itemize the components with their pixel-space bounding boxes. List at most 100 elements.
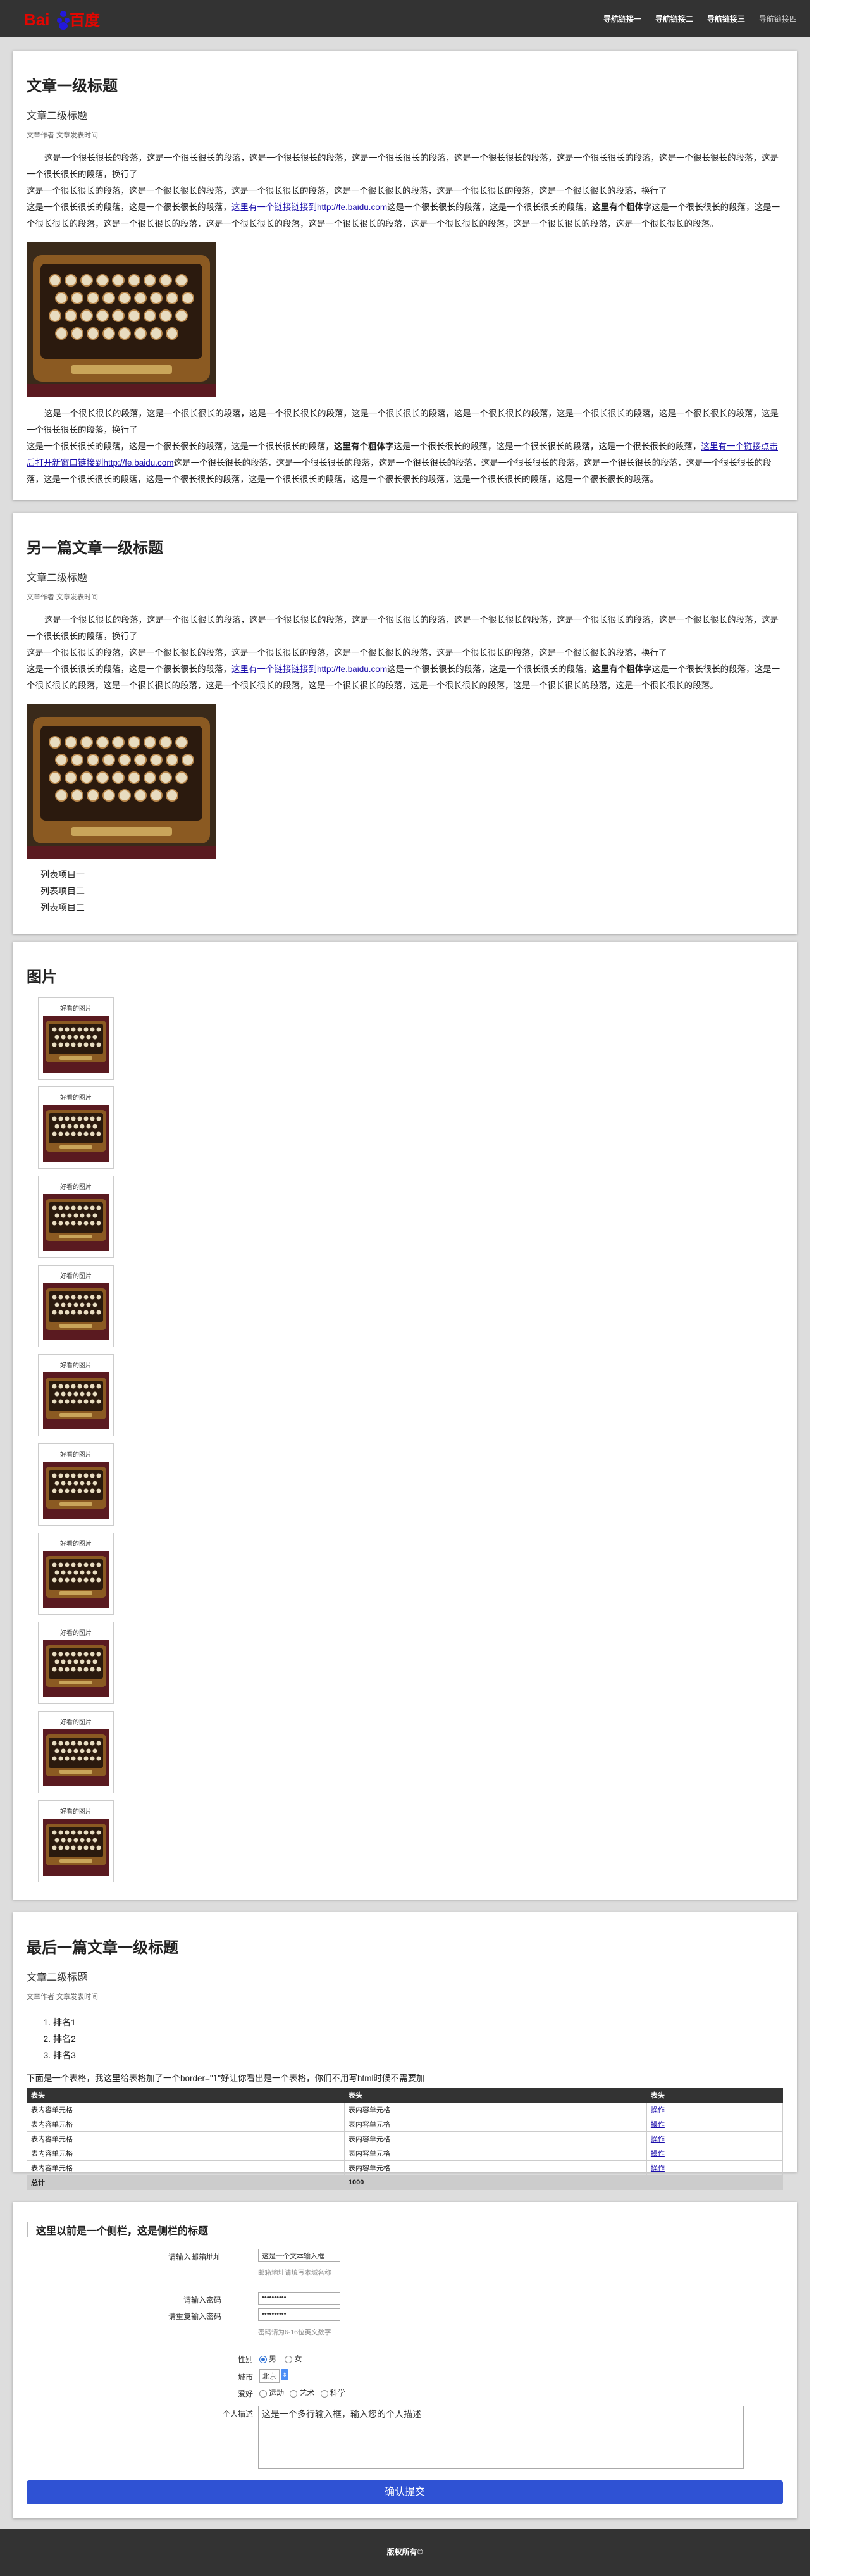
gallery-caption: 好看的图片 xyxy=(60,1719,92,1726)
table-cell: 表内容单元格 xyxy=(343,2102,647,2117)
email-input[interactable]: 这是一个文本输入框 xyxy=(258,2249,340,2262)
bold-text: 这里有个粗体字 xyxy=(334,442,394,451)
email-hint: 邮箱地址请填写本域名称 xyxy=(258,2269,331,2277)
gallery-card: 图片 好看的图片 好看的图片 好看的图片 好看的图片 好看的图片 好看的图片 好看的图片 好看… xyxy=(13,942,797,1900)
list-item: 排名2 xyxy=(53,2031,783,2047)
table-row: 表内容单元格 表内容单元格 操作 xyxy=(27,2102,784,2117)
table-cell: 1000 xyxy=(343,2175,647,2190)
password-input[interactable]: •••••••••• xyxy=(258,2292,340,2305)
gallery-item[interactable]: 好看的图片 xyxy=(38,1265,114,1347)
article-body-1: 这是一个很长很长的段落，这是一个很长很长的段落，这是一个很长很长的段落，这是一个… xyxy=(27,150,783,232)
column-header: 表头 xyxy=(343,2088,647,2103)
paragraph: 这是一个很长很长的段落，这是一个很长很长的段落，这里有一个链接链接到http:/… xyxy=(27,202,781,228)
gallery-item[interactable]: 好看的图片 xyxy=(38,997,114,1080)
list-item: 排名1 xyxy=(53,2014,783,2031)
hobby-science-checkbox[interactable] xyxy=(320,2389,328,2398)
bullet-list: 列表项目一 列表项目二 列表项目三 xyxy=(40,866,783,916)
table-cell xyxy=(646,2175,784,2190)
hobby-sport-checkbox[interactable] xyxy=(259,2389,267,2398)
article-card-2: 另一篇文章一级标题 文章二级标题 文章作者 文章发表时间 这是一个很长很长的段落… xyxy=(13,513,797,934)
right-margin xyxy=(810,0,864,2576)
article-title: 文章一级标题 xyxy=(27,78,118,95)
table-row: 表内容单元格 表内容单元格 操作 xyxy=(27,2160,784,2175)
table-summary-row: 总计 1000 xyxy=(27,2175,784,2190)
row-action-link[interactable]: 操作 xyxy=(651,2136,665,2143)
gallery-caption: 好看的图片 xyxy=(60,1184,92,1191)
password-hint: 密码请为6-16位英文数字 xyxy=(258,2329,331,2336)
link-fe-baidu[interactable]: 这里有一个链接链接到http://fe.baidu.com xyxy=(231,664,387,674)
svg-text:Bai: Bai xyxy=(24,10,49,29)
article-subtitle: 文章二级标题 xyxy=(27,1972,88,1983)
repeat-password-input[interactable]: •••••••••• xyxy=(258,2308,340,2321)
repeat-password-label: 请重复输入密码 xyxy=(168,2312,221,2321)
email-label: 请输入邮箱地址 xyxy=(168,2253,221,2262)
hobby-art-checkbox[interactable] xyxy=(290,2389,298,2398)
bold-text: 这里有个粗体字 xyxy=(592,664,652,674)
gallery-caption: 好看的图片 xyxy=(60,1630,92,1637)
row-action-link[interactable]: 操作 xyxy=(651,2121,665,2129)
article-card-1: 文章一级标题 文章二级标题 文章作者 文章发表时间 这是一个很长很长的段落，这是… xyxy=(13,51,797,500)
row-action-link[interactable]: 操作 xyxy=(651,2106,665,2114)
nav-link-1[interactable]: 导航链接一 xyxy=(603,13,641,24)
typewriter-thumbnail xyxy=(43,1819,109,1876)
bio-textarea[interactable]: 这是一个多行输入框，输入您的个人描述 xyxy=(258,2406,744,2469)
gallery-item[interactable]: 好看的图片 xyxy=(38,1443,114,1526)
nav-link-3[interactable]: 导航链接三 xyxy=(707,13,745,24)
city-select[interactable]: 北京 ⇕ xyxy=(259,2369,288,2383)
typewriter-photo xyxy=(27,704,216,859)
typewriter-thumbnail xyxy=(43,1372,109,1429)
article-card-3: 最后一篇文章一级标题 文章二级标题 文章作者 文章发表时间 排名1 排名2 排名… xyxy=(13,1912,797,2190)
typewriter-thumbnail xyxy=(43,1105,109,1162)
gallery-item[interactable]: 好看的图片 xyxy=(38,1533,114,1615)
table-cell: 操作 xyxy=(646,2131,784,2146)
article-subtitle: 文章二级标题 xyxy=(27,111,88,121)
typewriter-thumbnail xyxy=(43,1640,109,1697)
select-arrow-icon: ⇕ xyxy=(281,2369,288,2380)
table-cell: 表内容单元格 xyxy=(343,2160,647,2175)
gallery-caption: 好看的图片 xyxy=(60,1273,92,1280)
table-cell: 操作 xyxy=(646,2117,784,2132)
row-action-link[interactable]: 操作 xyxy=(651,2165,665,2172)
article-title: 另一篇文章一级标题 xyxy=(27,540,163,557)
row-action-link[interactable]: 操作 xyxy=(651,2150,665,2158)
gallery-caption: 好看的图片 xyxy=(60,1005,92,1012)
gallery-item[interactable]: 好看的图片 xyxy=(38,1800,114,1882)
gallery-item[interactable]: 好看的图片 xyxy=(38,1086,114,1169)
nav-link-4[interactable]: 导航链接四 xyxy=(759,13,797,24)
gallery-item[interactable]: 好看的图片 xyxy=(38,1622,114,1704)
gallery-item[interactable]: 好看的图片 xyxy=(38,1176,114,1258)
paragraph: 这是一个很长很长的段落，这是一个很长很长的段落，这里有一个链接链接到http:/… xyxy=(27,664,781,690)
table-row: 表内容单元格 表内容单元格 操作 xyxy=(27,2131,784,2146)
submit-button[interactable]: 确认提交 xyxy=(27,2480,783,2504)
gender-male-radio[interactable] xyxy=(259,2355,267,2363)
typewriter-thumbnail xyxy=(43,1194,109,1251)
table-cell: 表内容单元格 xyxy=(27,2102,345,2117)
baidu-logo[interactable]: Bai 百度 xyxy=(24,9,106,30)
svg-text:百度: 百度 xyxy=(70,11,101,29)
list-item: 列表项目三 xyxy=(40,902,85,912)
table-note: 下面是一个表格，我这里给表格加了一个border="1"好让你看出是一个表格，你… xyxy=(27,2074,425,2083)
column-header: 表头 xyxy=(27,2088,345,2103)
table-row: 表内容单元格 表内容单元格 操作 xyxy=(27,2117,784,2132)
nav-link-2[interactable]: 导航链接二 xyxy=(655,13,693,24)
gallery-item[interactable]: 好看的图片 xyxy=(38,1711,114,1793)
link-fe-baidu[interactable]: 这里有一个链接链接到http://fe.baidu.com xyxy=(231,202,387,212)
top-navbar: Bai 百度 导航链接一 导航链接二 导航链接三 导航链接四 xyxy=(0,0,810,37)
typewriter-thumbnail xyxy=(43,1729,109,1786)
hobby-label: 爱好 xyxy=(237,2389,253,2398)
gender-female-radio[interactable] xyxy=(285,2355,293,2363)
table-cell: 操作 xyxy=(646,2160,784,2175)
sidebar-title: 这里以前是一个侧栏，这是侧栏的标题 xyxy=(27,2222,208,2237)
article-subtitle: 文章二级标题 xyxy=(27,573,88,583)
table-cell: 操作 xyxy=(646,2146,784,2161)
article-meta: 文章作者 文章发表时间 xyxy=(27,594,99,601)
table-header-row: 表头 表头 表头 xyxy=(27,2088,784,2103)
footer: 版权所有© xyxy=(0,2529,810,2576)
bold-text: 这里有个粗体字 xyxy=(592,202,652,212)
hobby-options: 运动 艺术 科学 xyxy=(259,2387,345,2398)
gallery-item[interactable]: 好看的图片 xyxy=(38,1354,114,1436)
paragraph: 这是一个很长很长的段落，这是一个很长很长的段落，这是一个很长很长的段落，这是一个… xyxy=(27,615,779,641)
table-cell: 表内容单元格 xyxy=(27,2131,345,2146)
sidebar-form-card: 这里以前是一个侧栏，这是侧栏的标题 请输入邮箱地址 这是一个文本输入框 邮箱地址… xyxy=(13,2202,797,2518)
gender-options: 男 女 xyxy=(259,2353,302,2364)
